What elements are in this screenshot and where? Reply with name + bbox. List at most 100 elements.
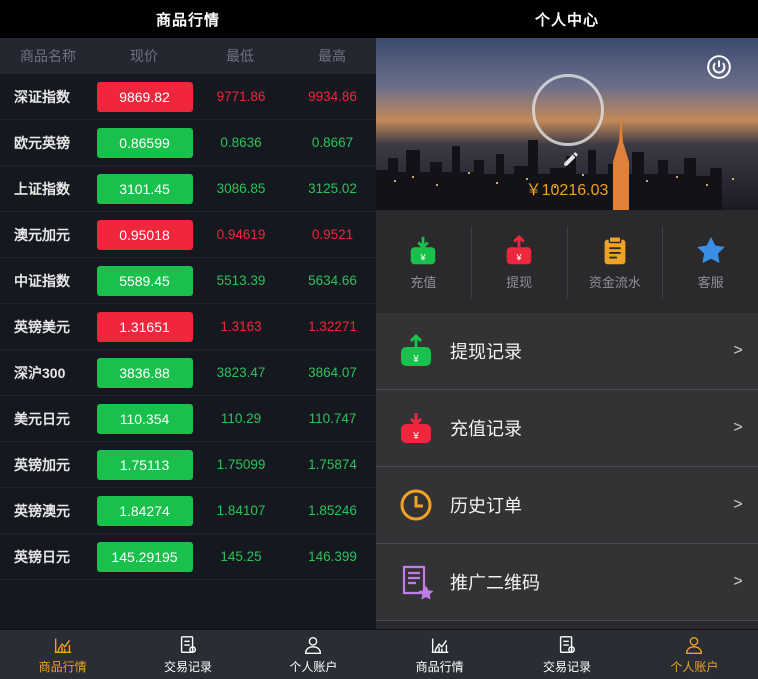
user-icon [686, 636, 703, 654]
price-badge: 3101.45 [96, 173, 193, 204]
market-table-body: 深证指数 9869.82 9771.86 9934.86 欧元英镑 0.86599 0.86… [0, 74, 376, 580]
tab-label: 商品行情 [38, 660, 87, 674]
tab-market[interactable]: 商品行情 [376, 630, 503, 679]
profile-title: 个人中心 [376, 0, 758, 38]
menu-label: 充值记录 [450, 419, 522, 439]
price-cell: 110.354 [96, 403, 193, 434]
high-price: 110.747 [308, 411, 357, 426]
table-row[interactable]: 英镑美元 1.31651 1.3163 1.32271 [0, 304, 376, 350]
price-cell: 9869.82 [96, 81, 193, 112]
instrument-name: 英镑加元 [14, 456, 70, 473]
user-icon [305, 636, 322, 654]
quick-label: 资金流水 [588, 274, 641, 290]
price-cell: 1.84274 [96, 495, 193, 526]
price-cell: 1.75113 [96, 449, 193, 480]
instrument-name: 中证指数 [14, 272, 70, 289]
quick-service[interactable]: 客服 [663, 226, 758, 298]
svg-text:¥: ¥ [420, 252, 427, 263]
price-badge: 5589.45 [96, 265, 193, 296]
tab-label: 个人账户 [670, 660, 719, 674]
clock-icon [400, 489, 432, 521]
svg-text:¥: ¥ [412, 431, 419, 442]
price-badge: 1.84274 [96, 495, 193, 526]
price-badge: 110.354 [96, 403, 193, 434]
avatar[interactable] [532, 74, 604, 146]
high-price: 3864.07 [308, 365, 357, 380]
table-row[interactable]: 深沪300 3836.88 3823.47 3864.07 [0, 350, 376, 396]
high-price: 3125.02 [308, 181, 357, 196]
price-cell: 0.95018 [96, 219, 193, 250]
low-price: 5513.39 [216, 273, 266, 288]
table-row[interactable]: 美元日元 110.354 110.29 110.747 [0, 396, 376, 442]
price-cell: 0.86599 [96, 127, 193, 158]
ledger-icon [604, 235, 626, 264]
tab-market[interactable]: 商品行情 [0, 630, 125, 679]
price-badge: 1.31651 [96, 311, 193, 342]
menu-withdraw-records[interactable]: ¥ 提现记录 > [376, 313, 758, 390]
low-price: 145.25 [220, 549, 262, 564]
withdraw-icon: ¥ [506, 234, 532, 264]
quick-withdraw[interactable]: ¥ 提现 [472, 226, 568, 298]
menu-label: 推广二维码 [450, 573, 540, 593]
chevron-right-icon: > [733, 342, 743, 359]
tab-label: 交易记录 [163, 660, 212, 674]
high-price: 9934.86 [308, 89, 357, 104]
price-badge: 145.29195 [96, 541, 193, 572]
table-row[interactable]: 中证指数 5589.45 5513.39 5634.66 [0, 258, 376, 304]
price-badge: 0.95018 [96, 219, 193, 250]
low-price: 1.75099 [216, 457, 266, 472]
tab-label: 商品行情 [415, 660, 464, 674]
tab-records[interactable]: 交易记录 [503, 630, 630, 679]
table-row[interactable]: 澳元加元 0.95018 0.94619 0.9521 [0, 212, 376, 258]
svg-text:¥: ¥ [516, 252, 523, 263]
table-row[interactable]: 深证指数 9869.82 9771.86 9934.86 [0, 74, 376, 120]
menu-label: 提现记录 [450, 342, 522, 362]
low-price: 1.3163 [220, 319, 262, 334]
table-row[interactable]: 英镑加元 1.75113 1.75099 1.75874 [0, 442, 376, 488]
low-price: 0.94619 [216, 227, 266, 242]
col-low: 最低 [226, 48, 254, 64]
instrument-name: 英镑美元 [14, 318, 70, 335]
high-price: 5634.66 [308, 273, 357, 288]
price-cell: 3101.45 [96, 173, 193, 204]
menu-deposit-records[interactable]: ¥ 充值记录 > [376, 390, 758, 467]
quick-label: 充值 [410, 274, 437, 290]
market-title: 商品行情 [0, 0, 376, 38]
instrument-name: 欧元英镑 [14, 134, 70, 151]
col-high: 最高 [318, 48, 346, 64]
tab-label: 交易记录 [542, 660, 591, 674]
instrument-name: 深沪300 [14, 364, 66, 381]
profile-header: ￥10216.03 [376, 38, 758, 210]
high-price: 146.399 [308, 549, 357, 564]
table-row[interactable]: 英镑澳元 1.84274 1.84107 1.85246 [0, 488, 376, 534]
table-row[interactable]: 英镑日元 145.29195 145.25 146.399 [0, 534, 376, 580]
deposit-icon: ¥ [411, 236, 436, 264]
col-price: 现价 [130, 48, 158, 64]
menu-promo-qrcode[interactable]: 推广二维码 > [376, 544, 758, 621]
tab-account[interactable]: 个人账户 [251, 630, 376, 679]
quick-deposit[interactable]: ¥ 充值 [376, 226, 472, 298]
market-screen: 商品行情 商品名称 现价 最低 最高 深证指数 9869.82 9771.86 993… [0, 0, 376, 679]
left-tabbar: 商品行情 交易记录 个人账户 [0, 629, 376, 679]
high-price: 0.9521 [311, 227, 354, 242]
tab-records[interactable]: 交易记录 [125, 630, 250, 679]
instrument-name: 上证指数 [14, 180, 70, 197]
table-row[interactable]: 欧元英镑 0.86599 0.8636 0.8667 [0, 120, 376, 166]
menu-order-history[interactable]: 历史订单 > [376, 467, 758, 544]
instrument-name: 美元日元 [14, 410, 70, 427]
low-price: 3086.85 [216, 181, 266, 196]
pencil-edit-icon[interactable] [562, 150, 580, 168]
menu-label: 历史订单 [450, 496, 522, 516]
col-name: 商品名称 [20, 48, 76, 64]
quick-label: 提现 [506, 274, 533, 290]
price-cell: 145.29195 [96, 541, 193, 572]
tab-account[interactable]: 个人账户 [631, 630, 758, 679]
high-price: 0.8667 [311, 135, 354, 150]
table-row[interactable]: 上证指数 3101.45 3086.85 3125.02 [0, 166, 376, 212]
price-cell: 1.31651 [96, 311, 193, 342]
right-tabbar: 商品行情 交易记录 个人账户 [376, 629, 758, 679]
price-badge: 9869.82 [96, 81, 193, 112]
quick-ledger[interactable]: 资金流水 [568, 226, 664, 298]
power-logout-icon[interactable] [706, 54, 732, 80]
record-icon [559, 636, 576, 654]
